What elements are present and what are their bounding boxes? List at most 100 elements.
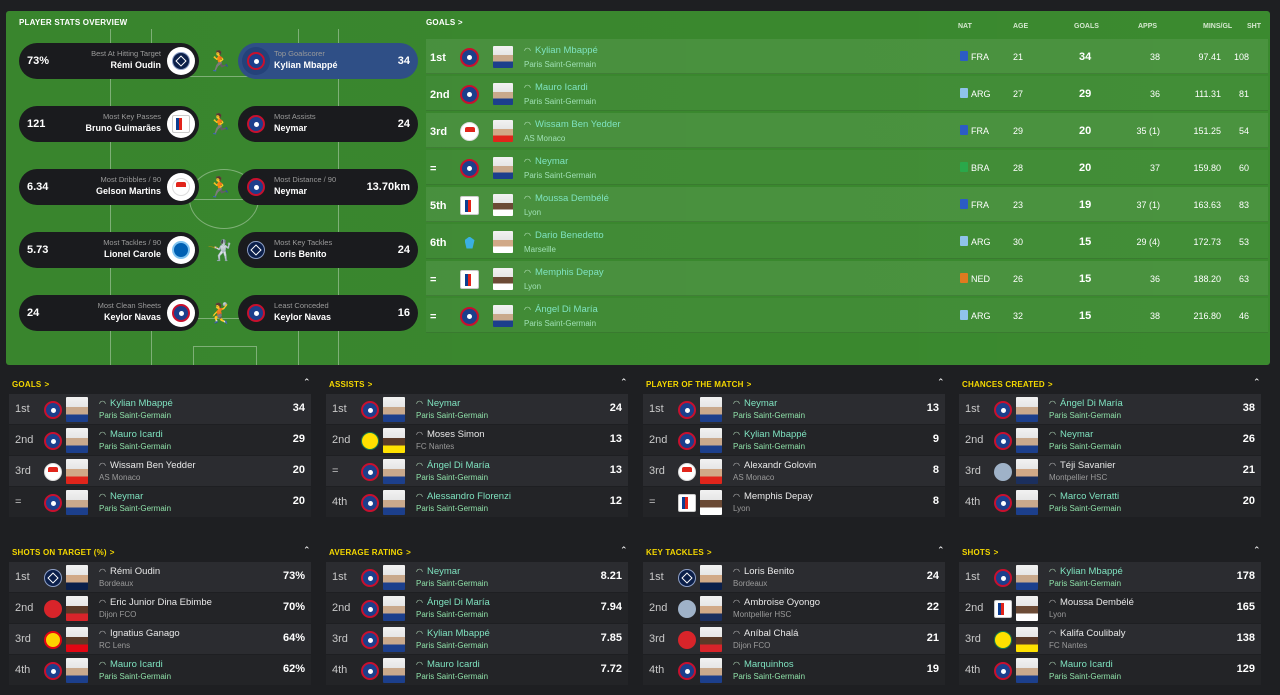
club-name-link[interactable]: Paris Saint-Germain	[1049, 411, 1121, 420]
club-crest-icon[interactable]	[44, 463, 62, 481]
player-name-link[interactable]: Memphis Depay	[733, 491, 813, 502]
player-photo[interactable]	[383, 627, 405, 652]
player-name-link[interactable]: Alexandr Golovin	[733, 460, 816, 471]
player-name-link[interactable]: Ignatius Ganago	[99, 628, 180, 639]
player-photo[interactable]	[700, 565, 722, 590]
ranking-row[interactable]: 3rd Wissam Ben Yedder AS Monaco 20	[9, 456, 311, 487]
club-crest-icon[interactable]	[361, 631, 379, 649]
stat-pill-left[interactable]: 6.34 Most Dribbles / 90 Gelson Martins	[19, 169, 199, 205]
chevron-right-icon[interactable]: >	[747, 380, 752, 389]
ranking-row[interactable]: 4th Mauro Icardi Paris Saint-Germain 7.72	[326, 655, 628, 686]
stat-pill-right[interactable]: Most Key Tackles Loris Benito 24	[238, 232, 418, 268]
player-name-link[interactable]: Moses Simon	[416, 429, 485, 440]
club-name-link[interactable]: Paris Saint-Germain	[524, 60, 596, 69]
panel-title-text[interactable]: GOALS	[12, 380, 41, 389]
club-name-link[interactable]: Paris Saint-Germain	[416, 610, 488, 619]
player-photo[interactable]	[1016, 596, 1038, 621]
player-photo[interactable]	[66, 459, 88, 484]
club-crest-icon[interactable]	[994, 401, 1012, 419]
player-name-link[interactable]: Loris Benito	[733, 566, 794, 577]
col-goals[interactable]: GOALS	[1074, 23, 1099, 30]
stat-pill-left[interactable]: 5.73 Most Tackles / 90 Lionel Carole	[19, 232, 199, 268]
club-crest-icon[interactable]	[361, 600, 379, 618]
ranking-row[interactable]: 3rd Kalifa Coulibaly FC Nantes 138	[959, 624, 1261, 655]
club-badge[interactable]	[242, 299, 270, 327]
club-crest-icon[interactable]	[172, 304, 190, 322]
club-name-link[interactable]: AS Monaco	[524, 134, 565, 143]
club-badge[interactable]	[167, 236, 195, 264]
player-name-link[interactable]: Ángel Di María	[1049, 398, 1123, 409]
player-name-link[interactable]: Aníbal Chalá	[733, 628, 798, 639]
player-photo[interactable]	[383, 565, 405, 590]
player-photo[interactable]	[66, 565, 88, 590]
player-photo[interactable]	[493, 120, 513, 142]
player-name-link[interactable]: Neymar	[1049, 429, 1093, 440]
player-photo[interactable]	[383, 596, 405, 621]
club-name-link[interactable]: Paris Saint-Germain	[733, 411, 805, 420]
club-name-link[interactable]: Paris Saint-Germain	[99, 504, 171, 513]
player-photo[interactable]	[493, 268, 513, 290]
ranking-row[interactable]: 1st Loris Benito Bordeaux 24	[643, 562, 945, 593]
club-crest-icon[interactable]	[247, 178, 265, 196]
stat-player-name[interactable]: Neymar	[274, 185, 307, 197]
club-crest-icon[interactable]	[994, 662, 1012, 680]
nationality[interactable]: ARG	[960, 236, 991, 247]
panel-title[interactable]: PLAYER OF THE MATCH >	[646, 380, 751, 389]
ranking-row[interactable]: = Neymar Paris Saint-Germain 20	[9, 487, 311, 518]
club-crest-icon[interactable]	[247, 52, 265, 70]
panel-title[interactable]: SHOTS ON TARGET (%) >	[12, 548, 115, 557]
stat-player-name[interactable]: Neymar	[274, 122, 307, 134]
player-photo[interactable]	[700, 490, 722, 515]
club-crest-icon[interactable]	[460, 196, 479, 215]
club-name-link[interactable]: Lyon	[524, 282, 541, 291]
player-name-link[interactable]: Kylian Mbappé	[99, 398, 173, 409]
player-name-link[interactable]: Kylian Mbappé	[1049, 566, 1123, 577]
club-crest-icon[interactable]	[678, 432, 696, 450]
stat-pill-right[interactable]: Most Distance / 90 Neymar 13.70km	[238, 169, 418, 205]
club-crest-icon[interactable]	[678, 463, 696, 481]
club-crest-icon[interactable]	[678, 600, 696, 618]
player-name-link[interactable]: Kalifa Coulibaly	[1049, 628, 1125, 639]
panel-title-text[interactable]: ASSISTS	[329, 380, 365, 389]
chevron-right-icon[interactable]: >	[994, 548, 999, 557]
ranking-row[interactable]: 2nd Ángel Di María Paris Saint-Germain 7.94	[326, 593, 628, 624]
player-name-link[interactable]: Moussa Dembélé	[524, 193, 609, 204]
club-badge[interactable]	[242, 47, 270, 75]
chevron-right-icon[interactable]: >	[110, 548, 115, 557]
club-crest-icon[interactable]	[994, 494, 1012, 512]
club-name-link[interactable]: Paris Saint-Germain	[416, 473, 488, 482]
club-name-link[interactable]: Paris Saint-Germain	[524, 97, 596, 106]
club-name-link[interactable]: Paris Saint-Germain	[733, 672, 805, 681]
player-photo[interactable]	[700, 428, 722, 453]
club-crest-icon[interactable]	[44, 662, 62, 680]
player-name-link[interactable]: Neymar	[416, 398, 460, 409]
collapse-icon[interactable]: ⌃	[620, 545, 628, 556]
player-name-link[interactable]: Mauro Icardi	[1049, 659, 1113, 670]
club-name-link[interactable]: Paris Saint-Germain	[1049, 504, 1121, 513]
player-name-link[interactable]: Ángel Di María	[416, 597, 490, 608]
club-crest-icon[interactable]	[678, 569, 696, 587]
panel-title[interactable]: CHANCES CREATED >	[962, 380, 1053, 389]
club-name-link[interactable]: Paris Saint-Germain	[1049, 672, 1121, 681]
club-name-link[interactable]: Paris Saint-Germain	[733, 442, 805, 451]
player-name-link[interactable]: Wissam Ben Yedder	[524, 119, 621, 130]
panel-title[interactable]: ASSISTS >	[329, 380, 373, 389]
stat-player-name[interactable]: Keylor Navas	[104, 311, 161, 323]
player-name-link[interactable]: Dario Benedetto	[524, 230, 604, 241]
stat-player-name[interactable]: Kylian Mbappé	[274, 59, 338, 71]
club-name-link[interactable]: Dijon FCO	[99, 610, 136, 619]
club-badge[interactable]	[242, 173, 270, 201]
club-crest-icon[interactable]	[361, 432, 379, 450]
chevron-right-icon[interactable]: >	[707, 548, 712, 557]
nationality[interactable]: FRA	[960, 125, 989, 136]
club-crest-icon[interactable]	[172, 115, 190, 133]
player-photo[interactable]	[1016, 459, 1038, 484]
stat-player-name[interactable]: Bruno Guimarães	[85, 122, 161, 134]
club-name-link[interactable]: FC Nantes	[1049, 641, 1087, 650]
player-photo[interactable]	[493, 46, 513, 68]
club-name-link[interactable]: Paris Saint-Germain	[416, 672, 488, 681]
player-photo[interactable]	[493, 83, 513, 105]
nationality[interactable]: FRA	[960, 199, 989, 210]
club-crest-icon[interactable]	[361, 463, 379, 481]
club-crest-icon[interactable]	[994, 600, 1012, 618]
